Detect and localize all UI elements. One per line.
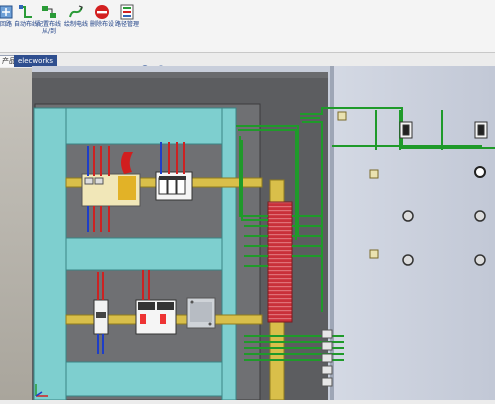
- feature-tree-panel[interactable]: [0, 68, 33, 400]
- ribbon-toolbar: 回路 自动布线 配置布线从/到 绘制电线 删除布设 路径管理: [0, 0, 495, 53]
- power-supply-box[interactable]: [186, 297, 216, 329]
- delete-route-button[interactable]: 删除布设: [88, 4, 116, 28]
- draw-wire-icon: [68, 4, 84, 20]
- wire-from-to-icon: [41, 4, 57, 20]
- cable-glands[interactable]: [321, 329, 333, 387]
- route-manager-label: 路径管理: [114, 21, 139, 28]
- graphics-viewport[interactable]: [32, 66, 495, 401]
- terminal-strip[interactable]: [267, 201, 293, 323]
- route-manager-button[interactable]: 路径管理: [113, 4, 141, 28]
- route-manager-icon: [119, 4, 135, 20]
- wire-from-to-button[interactable]: 配置布线从/到: [35, 4, 63, 35]
- wire-from-to-label: 配置布线从/到: [36, 21, 61, 35]
- circuit-breakers-bottom[interactable]: [135, 299, 177, 335]
- fuse-terminal[interactable]: [93, 299, 109, 335]
- cabinet-door[interactable]: [330, 66, 495, 400]
- circuit-breakers-top[interactable]: [155, 171, 193, 201]
- auto-route-icon: [18, 4, 34, 20]
- delete-route-label: 删除布设: [89, 21, 114, 28]
- draw-wire-button[interactable]: 绘制电线: [62, 4, 90, 28]
- delete-route-icon: [94, 4, 110, 20]
- draw-wire-label: 绘制电线: [63, 21, 88, 28]
